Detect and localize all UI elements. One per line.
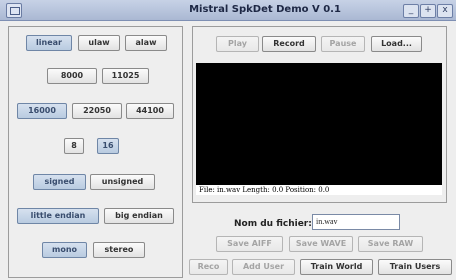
maximize-button[interactable]: + [420,4,436,18]
window-title: Mistral SpkDet Demo V 0.1 [189,4,341,15]
app-icon[interactable] [6,3,22,18]
file-status-text: File: in.wav Length: 0.0 Position: 0.0 [196,185,442,195]
signed-button[interactable]: signed [33,174,86,190]
save-aiff-button[interactable]: Save AIFF [216,236,283,252]
minimize-button[interactable]: _ [403,4,419,18]
reco-button[interactable]: Reco [189,259,228,275]
encoding-alaw-button[interactable]: alaw [125,35,167,51]
stereo-button[interactable]: stereo [93,242,145,258]
rate-44100-button[interactable]: 44100 [126,103,174,119]
add-user-button[interactable]: Add User [232,259,295,275]
filename-input[interactable]: in.wav [312,214,400,230]
play-button[interactable]: Play [216,36,259,52]
encoding-ulaw-button[interactable]: ulaw [78,35,120,51]
rate-22050-button[interactable]: 22050 [72,103,122,119]
little-endian-button[interactable]: little endian [17,208,99,224]
record-button[interactable]: Record [262,36,316,52]
close-button[interactable]: x [437,4,453,18]
big-endian-button[interactable]: big endian [104,208,174,224]
bits-16-button[interactable]: 16 [97,138,119,154]
audio-format-panel [8,26,183,278]
train-world-button[interactable]: Train World [300,259,373,275]
title-bar[interactable]: Mistral SpkDet Demo V 0.1 _ + x [0,0,456,21]
pause-button[interactable]: Pause [321,36,365,52]
rate-11025-button[interactable]: 11025 [102,68,149,84]
save-wave-button[interactable]: Save WAVE [289,236,353,252]
rate-16000-button[interactable]: 16000 [17,103,67,119]
load-button[interactable]: Load... [371,36,422,52]
train-users-button[interactable]: Train Users [378,259,452,275]
rate-8000-button[interactable]: 8000 [47,68,97,84]
unsigned-button[interactable]: unsigned [90,174,155,190]
bits-8-button[interactable]: 8 [64,138,84,154]
encoding-linear-button[interactable]: linear [26,35,72,51]
filename-label: Nom du fichier: [234,219,312,229]
mono-button[interactable]: mono [42,242,87,258]
waveform-display[interactable] [196,63,442,194]
save-raw-button[interactable]: Save RAW [358,236,423,252]
